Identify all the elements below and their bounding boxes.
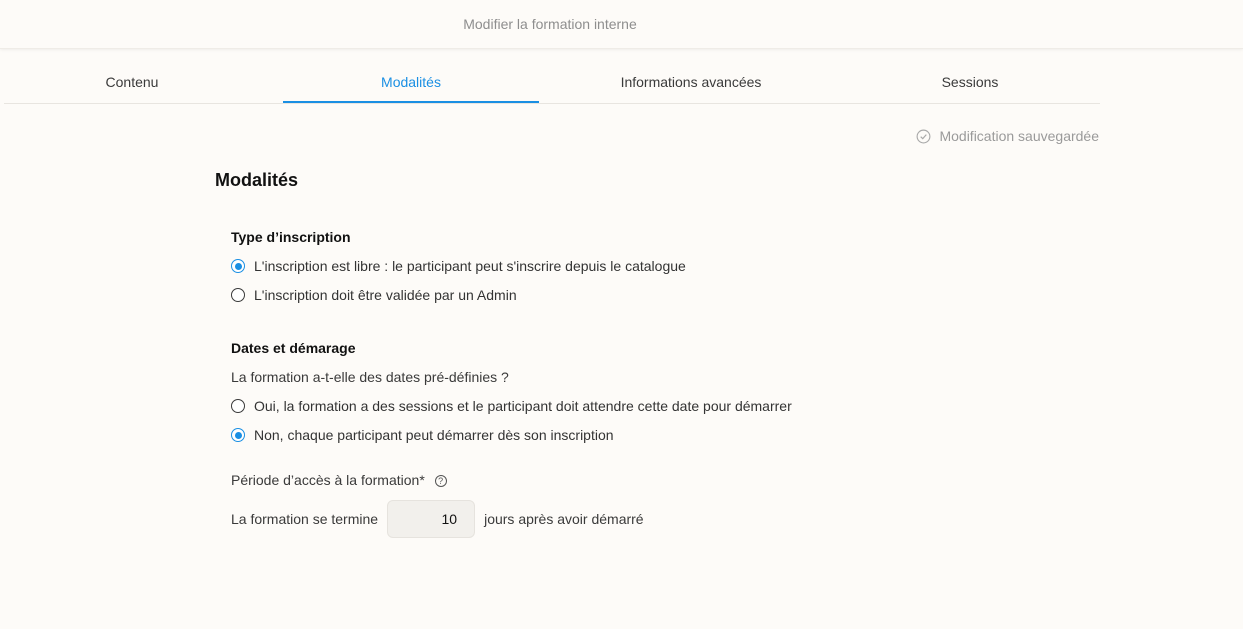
check-circle-icon [917,129,931,143]
section-title: Modalités [215,170,299,190]
dates-title: Dates et démarage [231,340,356,356]
tab-contenu[interactable]: Contenu [4,62,260,102]
tab-informations-avancees[interactable]: Informations avancées [563,62,819,102]
radio-label: Non, chaque participant peut démarrer dè… [254,427,614,443]
top-bar: Modifier la formation interne [0,0,1243,49]
radio-button[interactable] [231,288,245,302]
tab-sessions[interactable]: Sessions [842,62,1098,102]
radio-label: Oui, la formation a des sessions et le p… [254,398,792,414]
radio-label: L'inscription doit être validée par un A… [254,287,517,303]
radio-inscription-libre[interactable]: L'inscription est libre : le participant… [231,258,686,274]
access-period-label: Période d’accès à la formation* [231,472,425,488]
page-title: Modifier la formation interne [463,16,637,32]
dates-question: La formation a-t-elle des dates pré-défi… [231,369,509,385]
access-period-label-row: Période d’accès à la formation* ? [231,472,447,488]
radio-button[interactable] [231,399,245,413]
radio-label: L'inscription est libre : le participant… [254,258,686,274]
end-suffix-text: jours après avoir démarré [484,511,644,527]
tab-bar: Contenu Modalités Informations avancées … [4,62,1100,104]
days-input[interactable] [387,500,476,538]
radio-inscription-validee[interactable]: L'inscription doit être validée par un A… [231,287,517,303]
save-status: Modification sauvegardée [916,128,1099,144]
radio-dates-non[interactable]: Non, chaque participant peut démarrer dè… [231,427,614,443]
access-period-row: La formation se termine jours après avoi… [231,500,644,538]
tab-modalites[interactable]: Modalités [283,62,539,103]
inscription-type-title: Type d’inscription [231,229,351,245]
radio-button[interactable] [231,259,245,273]
help-icon[interactable]: ? [434,475,447,488]
radio-button[interactable] [231,428,245,442]
save-status-text: Modification sauvegardée [939,128,1099,144]
radio-dates-oui[interactable]: Oui, la formation a des sessions et le p… [231,398,792,414]
end-prefix-text: La formation se termine [231,511,379,527]
